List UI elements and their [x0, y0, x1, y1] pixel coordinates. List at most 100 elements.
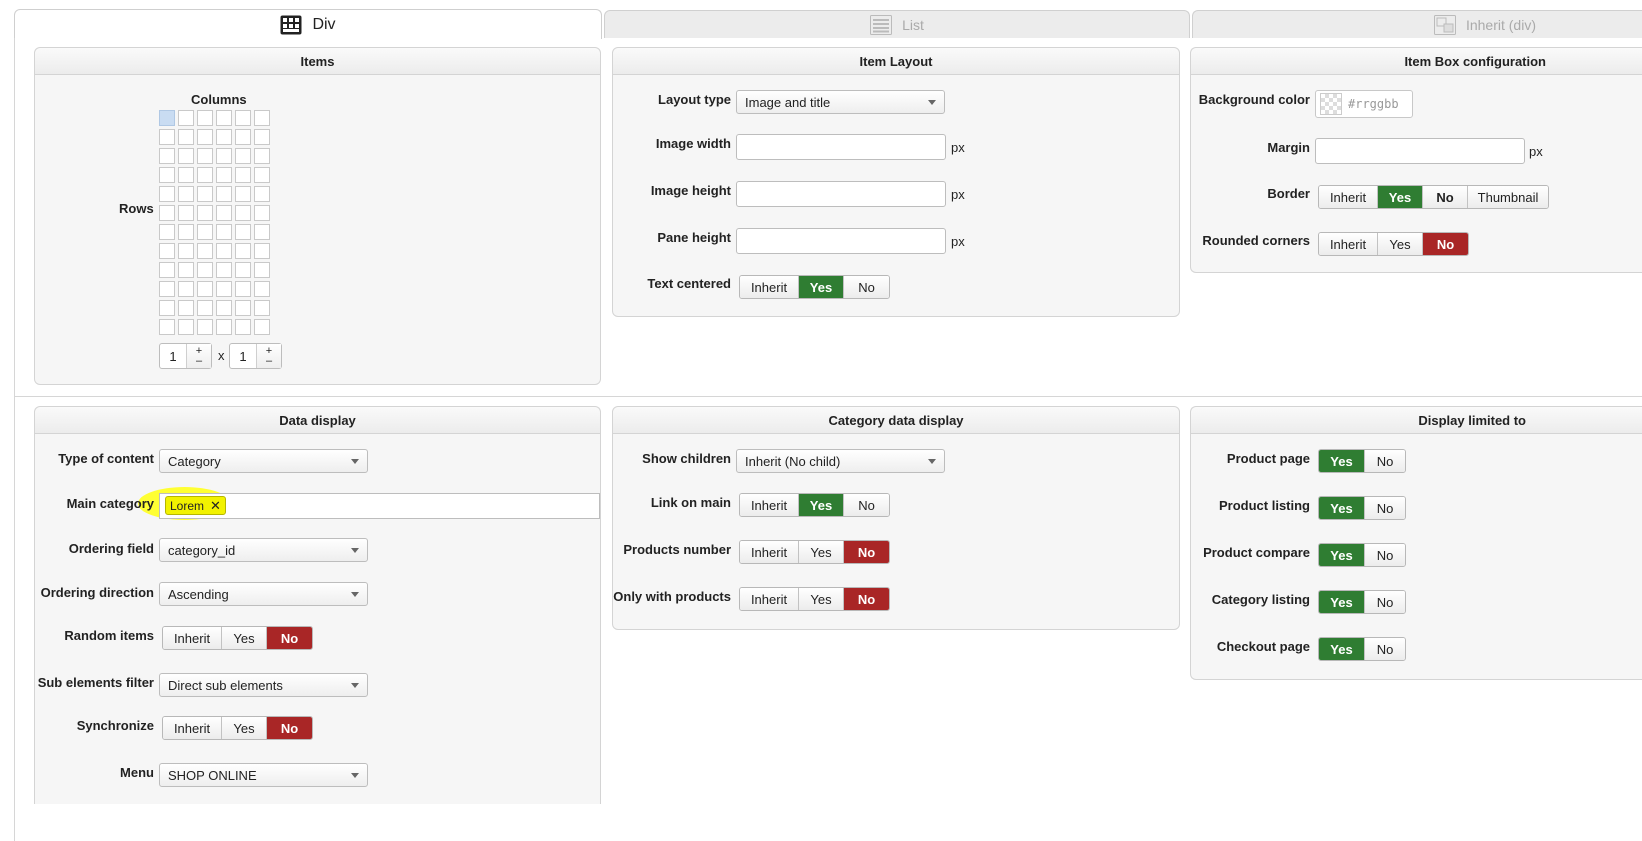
display-limited-toggle[interactable]: Yes No — [1318, 449, 1406, 473]
grid-cell[interactable] — [159, 281, 175, 297]
rounded-corners-toggle[interactable]: Inherit Yes No — [1318, 232, 1469, 256]
grid-cell[interactable] — [159, 167, 175, 183]
only-with-products-toggle[interactable]: Inherit Yes No — [739, 587, 890, 611]
grid-cell[interactable] — [235, 148, 251, 164]
option-inherit-button[interactable]: Inherit — [740, 541, 799, 563]
grid-cell[interactable] — [254, 186, 270, 202]
rows-stepper[interactable]: 1 + – — [229, 343, 282, 369]
grid-cell[interactable] — [197, 243, 213, 259]
image-height-input[interactable] — [736, 181, 946, 207]
grid-cell[interactable] — [235, 224, 251, 240]
grid-cell[interactable] — [216, 243, 232, 259]
option-inherit-button[interactable]: Inherit — [1319, 233, 1378, 255]
layout-type-select[interactable]: Image and title — [736, 90, 945, 114]
grid-cell[interactable] — [197, 262, 213, 278]
text-centered-toggle[interactable]: Inherit Yes No — [739, 275, 890, 299]
grid-cell[interactable] — [159, 224, 175, 240]
grid-cell[interactable] — [216, 186, 232, 202]
link-on-main-toggle[interactable]: Inherit Yes No — [739, 493, 890, 517]
grid-cell[interactable] — [216, 300, 232, 316]
grid-cell[interactable] — [159, 319, 175, 335]
option-inherit-button[interactable]: Inherit — [740, 276, 799, 298]
grid-cell[interactable] — [254, 129, 270, 145]
sub-elements-filter-select[interactable]: Direct sub elements — [159, 673, 368, 697]
grid-cell[interactable] — [254, 281, 270, 297]
grid-cell[interactable] — [159, 129, 175, 145]
synchronize-toggle[interactable]: Inherit Yes No — [162, 716, 313, 740]
grid-cell[interactable] — [235, 243, 251, 259]
grid-cell[interactable] — [178, 262, 194, 278]
option-thumbnail-button[interactable]: Thumbnail — [1468, 186, 1548, 208]
columns-stepper[interactable]: 1 + – — [159, 343, 212, 369]
menu-select[interactable]: SHOP ONLINE — [159, 763, 368, 787]
grid-cell[interactable] — [235, 110, 251, 126]
option-yes-button[interactable]: Yes — [1319, 638, 1365, 660]
grid-cell[interactable] — [197, 186, 213, 202]
option-yes-button[interactable]: Yes — [1319, 450, 1365, 472]
grid-cell[interactable] — [216, 129, 232, 145]
display-limited-toggle[interactable]: Yes No — [1318, 496, 1406, 520]
grid-cell[interactable] — [178, 243, 194, 259]
option-inherit-button[interactable]: Inherit — [163, 717, 222, 739]
grid-cell[interactable] — [254, 167, 270, 183]
grid-cell[interactable] — [235, 262, 251, 278]
increment-decrement-button[interactable]: + – — [186, 344, 211, 368]
option-yes-button[interactable]: Yes — [1378, 186, 1423, 208]
option-no-button[interactable]: No — [1365, 544, 1405, 566]
grid-cell[interactable] — [235, 300, 251, 316]
option-yes-button[interactable]: Yes — [799, 494, 844, 516]
grid-cell[interactable] — [235, 129, 251, 145]
option-yes-button[interactable]: Yes — [222, 717, 267, 739]
increment-decrement-button[interactable]: + – — [256, 344, 281, 368]
grid-cell[interactable] — [216, 148, 232, 164]
grid-cell[interactable] — [216, 110, 232, 126]
option-inherit-button[interactable]: Inherit — [740, 494, 799, 516]
option-yes-button[interactable]: Yes — [222, 627, 267, 649]
display-limited-toggle[interactable]: Yes No — [1318, 543, 1406, 567]
grid-cell[interactable] — [235, 167, 251, 183]
display-limited-toggle[interactable]: Yes No — [1318, 637, 1406, 661]
grid-cell[interactable] — [254, 319, 270, 335]
grid-cell[interactable] — [178, 186, 194, 202]
items-grid-selector[interactable] — [159, 110, 270, 335]
tab-div[interactable]: Div — [14, 9, 602, 39]
grid-cell[interactable] — [159, 205, 175, 221]
option-yes-button[interactable]: Yes — [1319, 497, 1365, 519]
grid-cell[interactable] — [254, 205, 270, 221]
option-yes-button[interactable]: Yes — [799, 588, 844, 610]
option-inherit-button[interactable]: Inherit — [740, 588, 799, 610]
option-yes-button[interactable]: Yes — [799, 276, 844, 298]
grid-cell[interactable] — [178, 319, 194, 335]
grid-cell[interactable] — [197, 110, 213, 126]
show-children-select[interactable]: Inherit (No child) — [736, 449, 945, 473]
grid-cell[interactable] — [178, 129, 194, 145]
grid-cell[interactable] — [197, 167, 213, 183]
grid-cell[interactable] — [254, 110, 270, 126]
ordering-field-select[interactable]: category_id — [159, 538, 368, 562]
option-inherit-button[interactable]: Inherit — [163, 627, 222, 649]
grid-cell[interactable] — [254, 243, 270, 259]
grid-cell[interactable] — [254, 148, 270, 164]
option-no-button[interactable]: No — [1365, 450, 1405, 472]
grid-cell[interactable] — [197, 148, 213, 164]
option-no-button[interactable]: No — [844, 588, 889, 610]
grid-cell[interactable] — [197, 300, 213, 316]
bg-color-input[interactable]: #rrggbb — [1315, 90, 1413, 118]
grid-cell[interactable] — [178, 167, 194, 183]
option-no-button[interactable]: No — [1423, 233, 1468, 255]
type-of-content-select[interactable]: Category — [159, 449, 368, 473]
option-yes-button[interactable]: Yes — [799, 541, 844, 563]
grid-cell[interactable] — [216, 205, 232, 221]
border-toggle[interactable]: Inherit Yes No Thumbnail — [1318, 185, 1549, 209]
option-no-button[interactable]: No — [1423, 186, 1468, 208]
grid-cell[interactable] — [197, 319, 213, 335]
grid-cell[interactable] — [235, 281, 251, 297]
grid-cell[interactable] — [178, 224, 194, 240]
grid-cell[interactable] — [197, 281, 213, 297]
grid-cell[interactable] — [178, 205, 194, 221]
option-no-button[interactable]: No — [1365, 638, 1405, 660]
category-tag[interactable]: Lorem ✕ — [165, 496, 226, 515]
grid-cell[interactable] — [178, 300, 194, 316]
option-no-button[interactable]: No — [844, 276, 889, 298]
grid-cell[interactable] — [159, 148, 175, 164]
